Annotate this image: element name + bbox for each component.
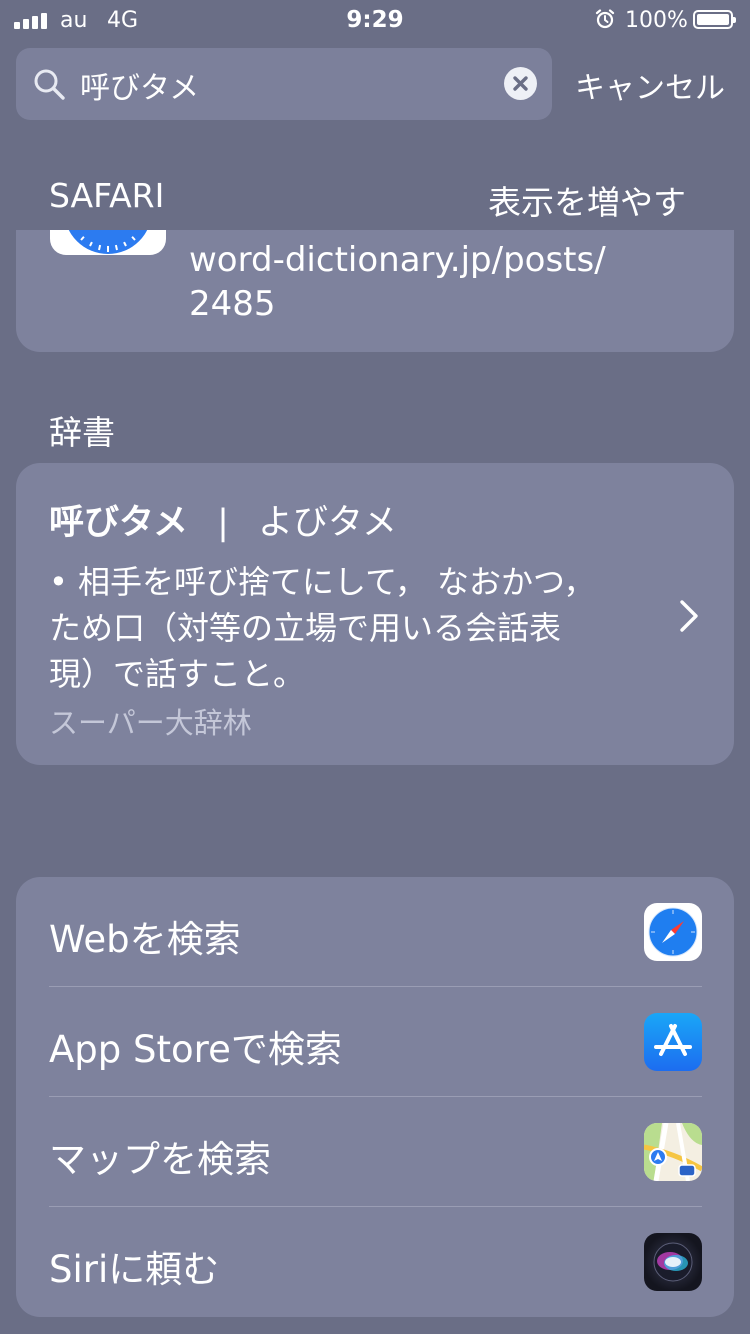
safari-icon — [50, 230, 166, 255]
dictionary-source: スーパー大辞林 — [49, 706, 252, 740]
dictionary-definition-line-3: 現）で話すこと。 — [49, 655, 306, 693]
search-web-action[interactable]: Webを検索 — [16, 877, 734, 987]
cancel-button[interactable]: キャンセル — [575, 63, 725, 107]
safari-section-header: SAFARI — [49, 176, 165, 215]
dictionary-title: 呼びタメ | よびタメ — [49, 494, 397, 545]
chevron-right-icon[interactable] — [678, 598, 700, 634]
dictionary-definition: • 相手を呼び捨てにして， なおかつ， ため口（対等の立場で用いる会話表 現）で… — [49, 559, 629, 697]
app-store-icon — [644, 1013, 702, 1071]
show-more-button[interactable]: 表示を増やす — [488, 176, 686, 224]
dictionary-reading: よびタメ — [258, 503, 397, 543]
dictionary-section-header: 辞書 — [49, 413, 115, 452]
safari-url-line-2: 2485 — [189, 284, 276, 324]
siri-icon — [644, 1233, 702, 1291]
search-app-store-action[interactable]: App Storeで検索 — [16, 987, 734, 1097]
clear-icon[interactable] — [504, 67, 537, 100]
search-maps-action[interactable]: マップを検索 — [16, 1097, 734, 1207]
search-icon — [34, 69, 65, 100]
ask-siri-action[interactable]: Siriに頼む — [16, 1207, 734, 1317]
dictionary-separator: | — [217, 503, 229, 543]
alarm-icon — [595, 9, 615, 29]
safari-result-url: word-dictionary.jp/posts/ 2485 — [189, 238, 669, 326]
action-label: Siriに頼む — [49, 1248, 220, 1291]
action-label: Webを検索 — [49, 918, 241, 961]
dictionary-definition-line-1: • 相手を呼び捨てにして， なおかつ， — [49, 563, 596, 601]
safari-url-line-1: word-dictionary.jp/posts/ — [189, 240, 606, 280]
battery-icon — [693, 10, 736, 29]
dictionary-word: 呼びタメ — [49, 503, 188, 543]
search-input[interactable]: 呼びタメ — [80, 63, 199, 107]
battery-percentage: 100% — [625, 8, 688, 33]
action-label: App Storeで検索 — [49, 1028, 342, 1071]
action-label: マップを検索 — [49, 1138, 271, 1181]
safari-icon — [644, 903, 702, 961]
status-bar: au 4G 9:29 100% — [0, 0, 750, 40]
maps-icon — [644, 1123, 702, 1181]
dictionary-definition-line-2: ため口（対等の立場で用いる会話表 — [49, 609, 562, 647]
